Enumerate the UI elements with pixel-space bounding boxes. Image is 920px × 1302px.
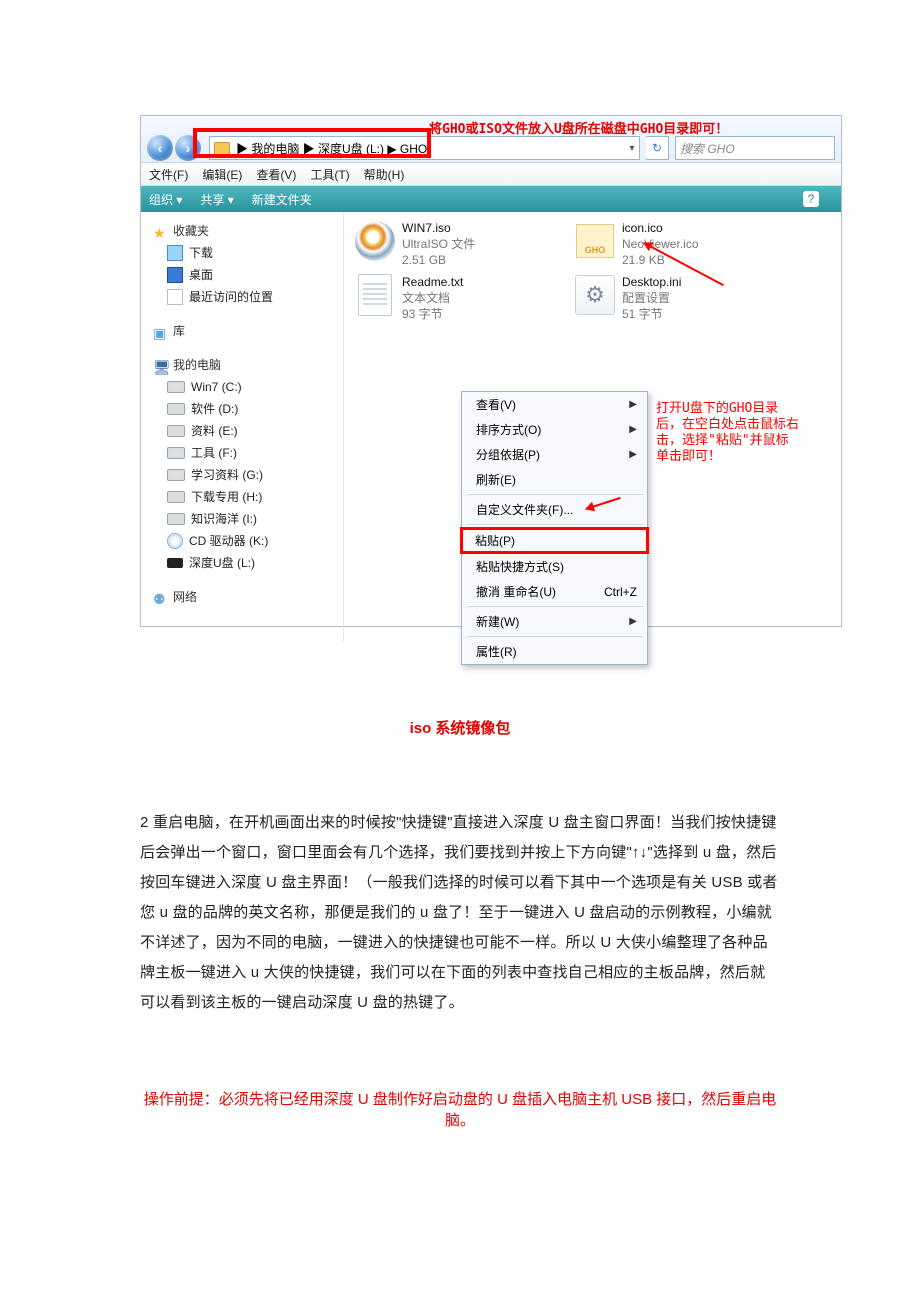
- disc-icon: [355, 221, 395, 261]
- overlay-note-top: 将GHO或ISO文件放入U盘所在磁盘中GHO目录即可！: [429, 118, 728, 137]
- recent-icon: [167, 289, 183, 305]
- menu-view[interactable]: 查看(V): [256, 166, 296, 183]
- ctx-group[interactable]: 分组依据(P)▶: [462, 442, 647, 467]
- download-icon: [167, 245, 183, 261]
- nav-drive[interactable]: 工具 (F:): [147, 442, 337, 464]
- ctx-sort[interactable]: 排序方式(O)▶: [462, 417, 647, 442]
- nav-drive[interactable]: 下载专用 (H:): [147, 486, 337, 508]
- nav-pane: ★收藏夹 下载 桌面 最近访问的位置 ▣库 🖥我的电脑 Win7 (C:) 软件…: [141, 212, 344, 642]
- nav-back-button[interactable]: ‹: [147, 135, 173, 161]
- ctx-separator: [466, 606, 643, 607]
- cd-icon: [167, 533, 183, 549]
- explorer-window: 将GHO或ISO文件放入U盘所在磁盘中GHO目录即可！ ‹ › ▶ 我的电脑 ▶…: [140, 115, 842, 627]
- menu-edit[interactable]: 编辑(E): [202, 166, 242, 183]
- paragraph-body: 2 重启电脑，在开机画面出来的时候按"快捷键"直接进入深度 U 盘主窗口界面！当…: [140, 808, 780, 1018]
- nav-drive[interactable]: 资料 (E:): [147, 420, 337, 442]
- nav-drive[interactable]: 知识海洋 (I:): [147, 508, 337, 530]
- computer-icon: 🖥: [153, 358, 167, 372]
- nav-recent[interactable]: 最近访问的位置: [147, 286, 337, 308]
- nav-downloads[interactable]: 下载: [147, 242, 337, 264]
- nav-drive[interactable]: Win7 (C:): [147, 376, 337, 398]
- menu-file[interactable]: 文件(F): [149, 166, 188, 183]
- ctx-refresh[interactable]: 刷新(E): [462, 467, 647, 492]
- highlight-address: [193, 128, 431, 158]
- help-icon[interactable]: ?: [803, 191, 819, 207]
- nav-libraries[interactable]: ▣库: [147, 320, 337, 342]
- drive-icon: [167, 447, 185, 459]
- ctx-separator: [466, 524, 643, 525]
- nav-favorites[interactable]: ★收藏夹: [147, 220, 337, 242]
- settings-file-icon: ⚙: [575, 275, 615, 315]
- address-dropdown-icon[interactable]: ▾: [625, 143, 639, 154]
- command-bar: 组织 ▾ 共享 ▾ 新建文件夹 ?: [141, 186, 841, 212]
- usb-icon: [167, 558, 183, 568]
- drive-icon: [167, 381, 185, 393]
- context-menu: 查看(V)▶ 排序方式(O)▶ 分组依据(P)▶ 刷新(E) 自定义文件夹(F)…: [461, 391, 648, 665]
- drive-icon: [167, 425, 185, 437]
- menu-help[interactable]: 帮助(H): [364, 166, 405, 183]
- cmd-organize[interactable]: 组织 ▾: [149, 191, 182, 208]
- library-icon: ▣: [153, 324, 167, 338]
- gho-icon: GHO: [576, 224, 614, 258]
- network-icon: ⚉: [153, 590, 167, 604]
- cmd-newfolder[interactable]: 新建文件夹: [252, 191, 312, 208]
- nav-desktop[interactable]: 桌面: [147, 264, 337, 286]
- ctx-paste-shortcut[interactable]: 粘贴快捷方式(S): [462, 554, 647, 579]
- desktop-icon: [167, 267, 183, 283]
- ctx-properties[interactable]: 属性(R): [462, 639, 647, 664]
- file-readme[interactable]: Readme.txt文本文档93 字节: [354, 274, 554, 322]
- search-input[interactable]: 搜索 GHO: [675, 136, 835, 160]
- tip-text: 操作前提：必须先将已经用深度 U 盘制作好启动盘的 U 盘插入电脑主机 USB …: [140, 1088, 780, 1130]
- ctx-new[interactable]: 新建(W)▶: [462, 609, 647, 634]
- nav-drive[interactable]: 深度U盘 (L:): [147, 552, 337, 574]
- ctx-customize[interactable]: 自定义文件夹(F)...: [462, 497, 647, 522]
- refresh-button[interactable]: ↻: [646, 136, 669, 160]
- ctx-view[interactable]: 查看(V)▶: [462, 392, 647, 417]
- menu-bar: 文件(F) 编辑(E) 查看(V) 工具(T) 帮助(H): [141, 163, 841, 186]
- nav-drive[interactable]: 软件 (D:): [147, 398, 337, 420]
- file-desktop-ini[interactable]: ⚙ Desktop.ini配置设置51 字节: [574, 274, 774, 322]
- ctx-separator: [466, 494, 643, 495]
- caption-text: iso 系统镜像包: [140, 717, 780, 738]
- ctx-undo[interactable]: 撤消 重命名(U)Ctrl+Z: [462, 579, 647, 604]
- annotation-note: 打开U盘下的GHO目录后，在空白处点击鼠标右击，选择"粘贴"并鼠标单击即可！: [656, 401, 799, 465]
- cmd-share[interactable]: 共享 ▾: [200, 191, 233, 208]
- drive-icon: [167, 403, 185, 415]
- ctx-paste[interactable]: 粘贴(P): [460, 527, 649, 554]
- text-file-icon: [358, 274, 392, 316]
- menu-tools[interactable]: 工具(T): [310, 166, 349, 183]
- file-icon[interactable]: GHO icon.icoNeoViewer.ico21.9 KB: [574, 220, 774, 268]
- star-icon: ★: [153, 224, 167, 238]
- drive-icon: [167, 469, 185, 481]
- nav-drive[interactable]: CD 驱动器 (K:): [147, 530, 337, 552]
- nav-network[interactable]: ⚉网络: [147, 586, 337, 608]
- nav-drive[interactable]: 学习资料 (G:): [147, 464, 337, 486]
- drive-icon: [167, 491, 185, 503]
- nav-computer[interactable]: 🖥我的电脑: [147, 354, 337, 376]
- drive-icon: [167, 513, 185, 525]
- file-iso[interactable]: WIN7.isoUltraISO 文件2.51 GB: [354, 220, 554, 268]
- ctx-separator: [466, 636, 643, 637]
